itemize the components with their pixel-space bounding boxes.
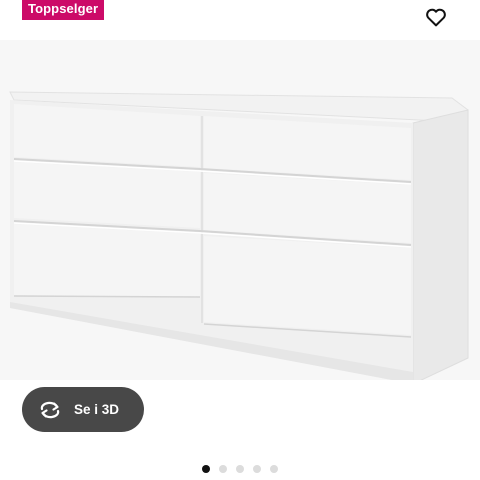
bestseller-badge: Toppselger: [22, 0, 105, 20]
carousel-dot-1[interactable]: [202, 465, 210, 473]
view-in-3d-button[interactable]: Se i 3D: [22, 387, 144, 432]
favorite-button[interactable]: [422, 4, 450, 30]
carousel-dot-5[interactable]: [270, 465, 278, 473]
product-image[interactable]: [0, 40, 480, 380]
view-in-3d-label: Se i 3D: [74, 402, 120, 417]
carousel-dot-3[interactable]: [236, 465, 244, 473]
rotate-arrows-icon: [38, 400, 64, 420]
heart-outline-icon: [426, 8, 446, 27]
dresser-illustration: [9, 91, 469, 380]
carousel-dot-2[interactable]: [219, 465, 227, 473]
carousel-indicator: [0, 465, 480, 475]
carousel-dot-4[interactable]: [253, 465, 261, 473]
